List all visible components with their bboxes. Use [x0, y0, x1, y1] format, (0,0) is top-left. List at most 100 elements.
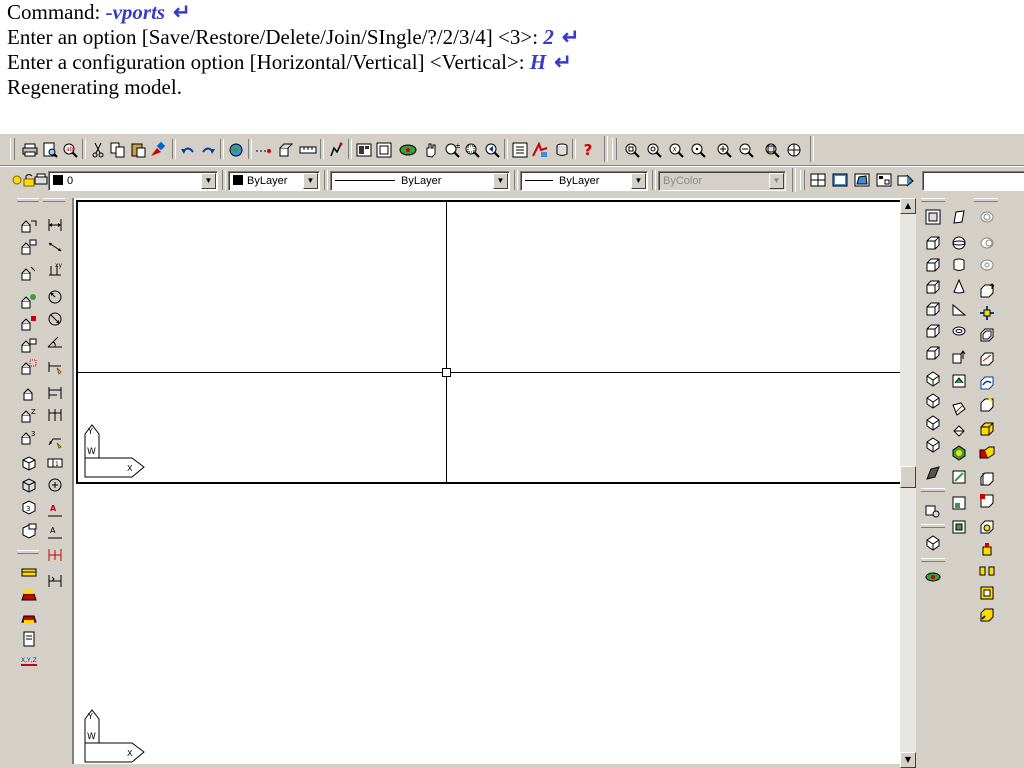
zoom-dynamic-icon[interactable]: [644, 140, 664, 160]
imprint-icon[interactable]: [976, 516, 998, 538]
match-properties-icon[interactable]: [148, 140, 168, 160]
toolbar-grip[interactable]: [17, 198, 39, 202]
ordinate-dimension-icon[interactable]: xy: [44, 258, 66, 280]
continue-dimension-icon[interactable]: [44, 404, 66, 426]
design-center-icon[interactable]: [530, 140, 550, 160]
toolbar-grip[interactable]: [974, 198, 998, 202]
cut-icon[interactable]: [88, 140, 108, 160]
drawing-area[interactable]: Y W X Y W X: [72, 198, 902, 768]
layer-dropdown[interactable]: 0 ▼: [48, 171, 218, 191]
diameter-dimension-icon[interactable]: [44, 308, 66, 330]
revolve-icon[interactable]: [948, 370, 970, 392]
make-block-icon[interactable]: [18, 236, 40, 258]
zoom-out-icon[interactable]: [736, 140, 756, 160]
zoom-scale-icon[interactable]: X: [666, 140, 686, 160]
center-mark-icon[interactable]: [44, 474, 66, 496]
dimension-update-icon[interactable]: [44, 544, 66, 566]
toolbar-grip[interactable]: [43, 198, 65, 202]
interference-icon[interactable]: [948, 442, 970, 464]
slice-icon[interactable]: [948, 398, 970, 420]
paste-icon[interactable]: [128, 140, 148, 160]
import-icon[interactable]: [18, 312, 40, 334]
aligned-dimension-icon[interactable]: [44, 236, 66, 258]
union-icon[interactable]: [976, 206, 998, 228]
internet-icon[interactable]: [226, 140, 246, 160]
copy-faces-icon[interactable]: [976, 418, 998, 440]
clip-viewport-icon[interactable]: [896, 170, 916, 190]
view-dialog-icon[interactable]: [922, 206, 944, 228]
toolbar-grip[interactable]: [921, 198, 945, 202]
move-faces-icon[interactable]: [976, 302, 998, 324]
redo-icon[interactable]: [198, 140, 218, 160]
angular-dimension-icon[interactable]: [44, 330, 66, 352]
aerial-view-icon[interactable]: [354, 140, 374, 160]
color-faces-icon[interactable]: [976, 442, 998, 464]
3d-orbit-icon[interactable]: [398, 140, 418, 160]
baseline-dimension-icon[interactable]: [44, 382, 66, 404]
copy-icon[interactable]: [108, 140, 128, 160]
render-icon[interactable]: [922, 500, 944, 522]
zoom-previous-icon[interactable]: [482, 140, 502, 160]
view-3d-4-icon[interactable]: [18, 520, 40, 542]
zoom-extents-icon[interactable]: [784, 140, 804, 160]
image-insert-icon[interactable]: [18, 290, 40, 312]
dimension-text-edit-icon[interactable]: A: [44, 522, 66, 544]
separate-icon[interactable]: [976, 560, 998, 582]
cone-icon[interactable]: [948, 276, 970, 298]
cylinder-icon[interactable]: [948, 254, 970, 276]
sphere-icon[interactable]: [948, 232, 970, 254]
view-back-icon[interactable]: [922, 412, 944, 434]
section-icon[interactable]: [948, 420, 970, 442]
ortho-icon[interactable]: [298, 140, 318, 160]
ucs-3-icon[interactable]: 3: [18, 426, 40, 448]
extrude-icon[interactable]: [948, 346, 970, 368]
toolbar-grip[interactable]: [921, 558, 945, 562]
toolbar-grip[interactable]: [17, 550, 39, 554]
shell-icon[interactable]: [976, 582, 998, 604]
setup-view-icon[interactable]: [948, 492, 970, 514]
view-side-icon[interactable]: [922, 390, 944, 412]
insert-block-icon[interactable]: [18, 214, 40, 236]
polygonal-viewport-icon[interactable]: [852, 170, 872, 190]
taper-faces-icon[interactable]: [976, 394, 998, 416]
offset-faces-icon[interactable]: [976, 324, 998, 346]
viewport-top[interactable]: Y W X: [76, 200, 902, 484]
draw-order-icon[interactable]: [18, 562, 40, 584]
scroll-up-icon[interactable]: ▲: [900, 198, 916, 214]
ole-object-icon[interactable]: [18, 334, 40, 356]
view-front-icon[interactable]: [922, 368, 944, 390]
setup-drawing-icon[interactable]: [948, 466, 970, 488]
external-reference-icon[interactable]: [18, 262, 40, 284]
setup-profile-icon[interactable]: [948, 516, 970, 538]
intersect-icon[interactable]: [976, 254, 998, 276]
wedge-icon[interactable]: [948, 298, 970, 320]
viewport-scale-field[interactable]: [922, 171, 1024, 191]
xyz-coordinates-icon[interactable]: X,Y,Z: [18, 650, 40, 672]
box-icon[interactable]: [922, 232, 944, 254]
single-viewport-icon[interactable]: [830, 170, 850, 190]
box-3-icon[interactable]: [922, 276, 944, 298]
named-views-icon[interactable]: [374, 140, 394, 160]
tracking-icon[interactable]: [276, 140, 296, 160]
ucs-icon[interactable]: [326, 140, 346, 160]
delete-faces-icon[interactable]: [976, 348, 998, 370]
chevron-down-icon[interactable]: ▼: [493, 173, 508, 189]
chevron-down-icon[interactable]: ▼: [769, 173, 784, 189]
box-4-icon[interactable]: [922, 298, 944, 320]
viewports-dialog-icon[interactable]: [808, 170, 828, 190]
3d-box-icon[interactable]: [922, 532, 944, 554]
chevron-down-icon[interactable]: ▼: [303, 173, 318, 189]
torus-icon[interactable]: [948, 320, 970, 342]
plot-icon[interactable]: [34, 170, 48, 190]
bring-to-front-icon[interactable]: [18, 584, 40, 606]
snap-icon[interactable]: [254, 140, 274, 160]
box-6-icon[interactable]: [922, 342, 944, 364]
rotate-faces-icon[interactable]: [976, 372, 998, 394]
subtract-icon[interactable]: [976, 232, 998, 254]
view-3d-icon[interactable]: [18, 452, 40, 474]
zoom-all-icon[interactable]: [762, 140, 782, 160]
hyperlink-icon[interactable]: [18, 382, 40, 404]
print-icon[interactable]: [20, 140, 40, 160]
zoom-window-icon[interactable]: [462, 140, 482, 160]
extrude-edges-icon[interactable]: [976, 468, 998, 490]
